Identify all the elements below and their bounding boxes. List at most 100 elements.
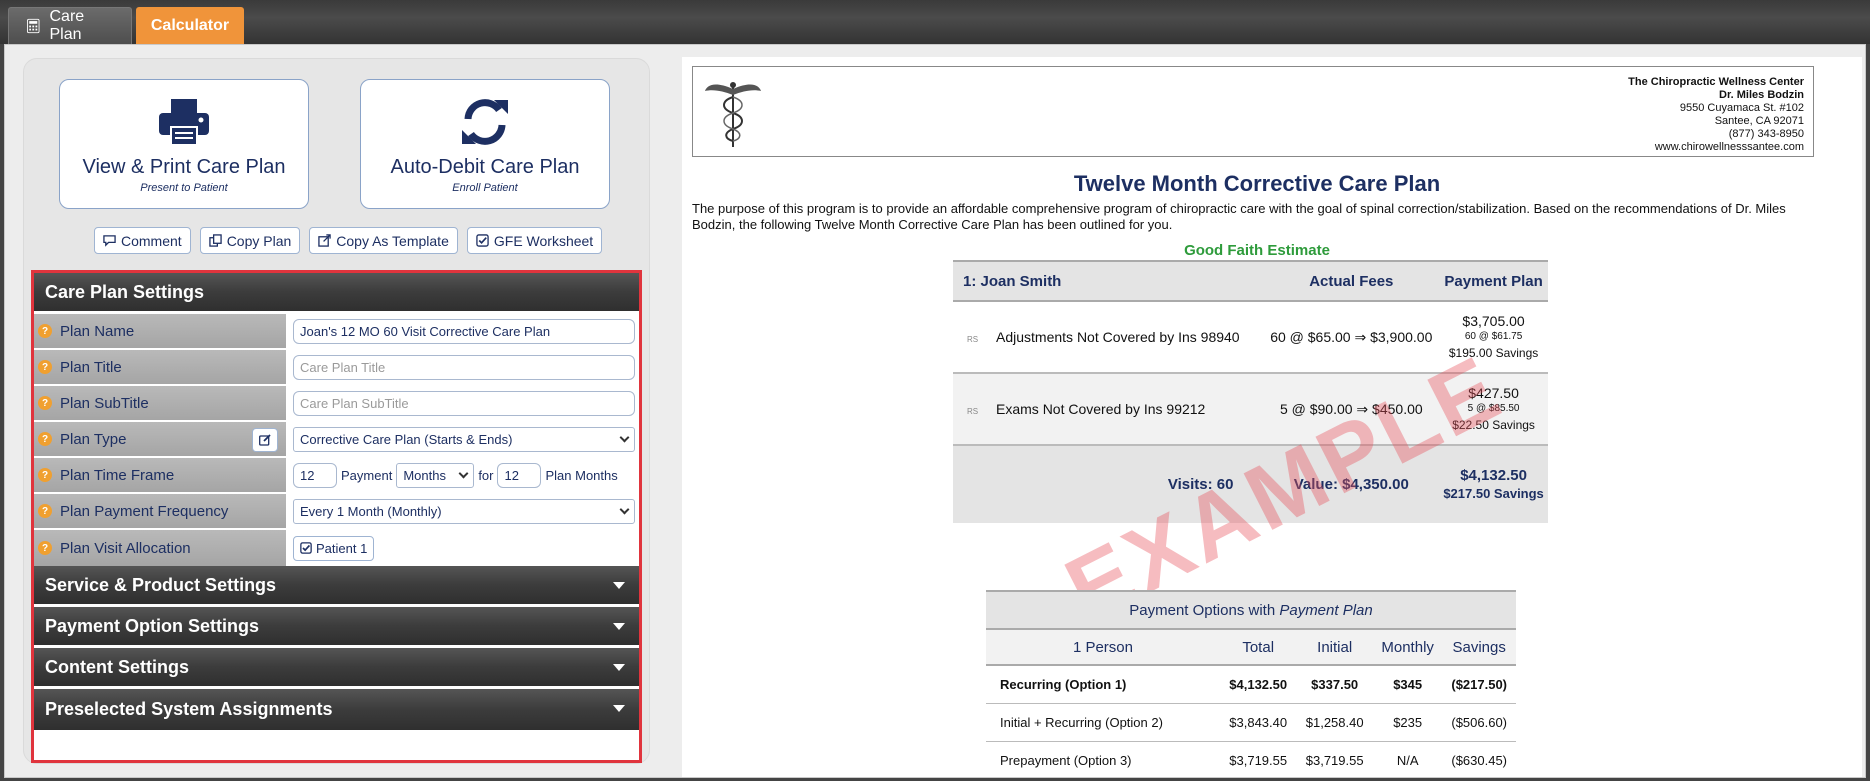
- view-print-sub: Present to Patient: [140, 182, 228, 194]
- plan-title-input[interactable]: Care Plan Title: [293, 354, 635, 380]
- option-name: Recurring (Option 1): [1000, 676, 1127, 692]
- payment-options-header-row: 1 Person Total Initial Monthly Savings: [986, 629, 1516, 665]
- content-settings-header[interactable]: Content Settings: [34, 648, 639, 689]
- frequency-value: Every 1 Month (Monthly): [300, 503, 442, 519]
- plan-type-row: ? Plan Type Corrective Care Plan (Starts …: [34, 422, 639, 458]
- payment-option-settings-header[interactable]: Payment Option Settings: [34, 607, 639, 648]
- edit-plan-type-button[interactable]: [252, 428, 278, 452]
- plan-type-select[interactable]: Corrective Care Plan (Starts & Ends): [293, 426, 635, 452]
- payment-text: Payment: [341, 467, 393, 483]
- plan-name-input[interactable]: Joan's 12 MO 60 Visit Corrective Care Pl…: [293, 318, 635, 344]
- patient-1-toggle[interactable]: Patient 1: [293, 535, 375, 561]
- comment-button[interactable]: Comment: [94, 227, 191, 254]
- table-header-row: 1: Joan Smith Actual Fees Payment Plan: [953, 261, 1548, 301]
- payment-count-input[interactable]: 12: [293, 462, 337, 488]
- practice-phone: (877) 343-8950: [1728, 128, 1804, 140]
- help-icon[interactable]: ?: [38, 396, 52, 410]
- row-plan: $3,705.00: [1462, 313, 1525, 329]
- document-intro: The purpose of this program is to provid…: [692, 201, 1786, 232]
- left-panel: View & Print Care Plan Present to Patien…: [23, 58, 650, 764]
- col-actual-fees: Actual Fees: [1309, 272, 1394, 290]
- caduceus-logo-icon: [705, 82, 761, 147]
- option-monthly: N/A: [1396, 752, 1419, 768]
- tab-care-plan[interactable]: Care Plan: [8, 7, 132, 44]
- help-icon[interactable]: ?: [38, 324, 52, 338]
- section-title: Content Settings: [45, 656, 189, 677]
- help-icon[interactable]: ?: [38, 360, 52, 374]
- practice-website: www.chirowellnesssantee.com: [1654, 141, 1804, 153]
- practice-info: The Chiropractic Wellness Center Dr. Mil…: [1628, 76, 1804, 154]
- copy-plan-button[interactable]: Copy Plan: [199, 227, 301, 254]
- caption-prefix: Payment Options with: [1129, 601, 1280, 619]
- tab-calculator[interactable]: Calculator: [136, 7, 244, 44]
- plan-months-input[interactable]: 12: [497, 462, 542, 488]
- plan-total: $4,132.50: [1460, 466, 1527, 484]
- caret-down-icon: [613, 582, 625, 589]
- plan-months-text: Plan Months: [545, 467, 618, 483]
- copy-as-template-label: Copy As Template: [336, 232, 449, 249]
- help-icon[interactable]: ?: [38, 504, 52, 518]
- option-monthly: $235: [1393, 714, 1423, 730]
- col-monthly: Monthly: [1381, 638, 1434, 656]
- care-plan-preview: The Chiropractic Wellness Center Dr. Mil…: [682, 57, 1862, 777]
- good-faith-estimate-heading: Good Faith Estimate: [1184, 242, 1330, 259]
- col-payment-plan: Payment Plan: [1444, 272, 1543, 290]
- chevron-down-icon: [619, 432, 630, 442]
- option-savings: ($217.50): [1451, 676, 1508, 692]
- plan-time-frame-row: ? Plan Time Frame 12 Payment Months for 1…: [34, 458, 639, 494]
- care-plan-settings-title: Care Plan Settings: [45, 281, 205, 302]
- option-initial: $1,258.40: [1305, 714, 1364, 730]
- plan-total-savings: $217.50 Savings: [1443, 485, 1544, 501]
- practice-name: The Chiropractic Wellness Center: [1628, 76, 1804, 88]
- section-title: Preselected System Assignments: [45, 699, 333, 719]
- for-text: for: [478, 467, 494, 483]
- row-description: Adjustments Not Covered by Ins 98940: [996, 329, 1240, 345]
- row-code: RS: [967, 407, 979, 416]
- plan-subtitle-input[interactable]: Care Plan SubTitle: [293, 390, 635, 416]
- payment-unit-value: Months: [403, 467, 446, 483]
- table-row: Recurring (Option 1) $4,132.50 $337.50 $…: [986, 665, 1516, 703]
- patient-1-label: Patient 1: [316, 540, 368, 556]
- gfe-worksheet-label: GFE Worksheet: [493, 232, 594, 249]
- view-print-care-plan-button[interactable]: View & Print Care Plan Present to Patien…: [59, 79, 309, 209]
- gfe-worksheet-button[interactable]: GFE Worksheet: [466, 227, 603, 254]
- checkbox-icon: [300, 542, 312, 554]
- col-person: 1 Person: [1072, 638, 1133, 656]
- view-print-label: View & Print Care Plan: [82, 156, 286, 178]
- copy-plan-label: Copy Plan: [226, 232, 292, 249]
- plan-name-row: ? Plan Name Joan's 12 MO 60 Visit Correct…: [34, 314, 639, 350]
- col-savings: Savings: [1452, 638, 1506, 656]
- printer-icon: [159, 99, 209, 145]
- care-plan-settings-header[interactable]: Care Plan Settings: [34, 273, 639, 314]
- option-savings: ($630.45): [1451, 752, 1508, 768]
- plan-title-row: ? Plan Title Care Plan Title: [34, 350, 639, 386]
- plan-name-label: Plan Name: [60, 322, 135, 340]
- calculator-icon: [27, 18, 40, 34]
- help-icon[interactable]: ?: [38, 468, 52, 482]
- auto-debit-care-plan-button[interactable]: Auto-Debit Care Plan Enroll Patient: [360, 79, 610, 209]
- main-area: View & Print Care Plan Present to Patien…: [4, 44, 1866, 778]
- payment-frequency-select[interactable]: Every 1 Month (Monthly): [293, 498, 635, 524]
- copy-icon: [208, 234, 222, 247]
- help-icon[interactable]: ?: [38, 541, 52, 555]
- payment-unit-select[interactable]: Months: [396, 462, 475, 488]
- plan-subtitle-label: Plan SubTitle: [60, 394, 149, 412]
- chevron-down-icon: [619, 504, 630, 514]
- doctor-name: Dr. Miles Bodzin: [1719, 89, 1804, 101]
- refresh-icon: [462, 99, 508, 145]
- help-icon[interactable]: ?: [38, 432, 52, 446]
- table-row: Prepayment (Option 3) $3,719.55 $3,719.5…: [986, 741, 1516, 777]
- address-line-2: Santee, CA 92071: [1714, 115, 1804, 127]
- auto-debit-sub: Enroll Patient: [452, 182, 518, 194]
- option-savings: ($506.60): [1451, 714, 1508, 730]
- option-name: Prepayment (Option 3): [1000, 752, 1132, 768]
- table-row: Initial + Recurring (Option 2) $3,843.40…: [986, 703, 1516, 741]
- caret-down-icon: [613, 705, 625, 712]
- preselected-system-assignments-header[interactable]: Preselected System Assignments: [34, 689, 639, 730]
- service-product-settings-header[interactable]: Service & Product Settings: [34, 566, 639, 607]
- patient-name: 1: Joan Smith: [963, 272, 1062, 290]
- option-monthly: $345: [1393, 676, 1423, 692]
- row-actual: 60 @ $65.00 ⇒ $3,900.00: [1270, 328, 1433, 345]
- checkbox-icon: [476, 234, 489, 247]
- copy-as-template-button[interactable]: Copy As Template: [309, 227, 458, 254]
